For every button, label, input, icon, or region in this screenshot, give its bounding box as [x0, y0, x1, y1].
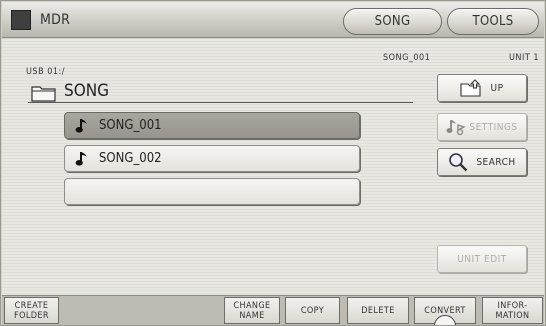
file-row[interactable]: SONG_002 — [64, 145, 360, 172]
file-row[interactable]: SONG_001 — [64, 112, 360, 139]
tab-song[interactable]: SONG — [343, 8, 442, 35]
information-button[interactable]: INFOR- MATION — [482, 297, 543, 324]
file-name: SONG_001 — [99, 118, 162, 133]
search-button[interactable]: SEARCH — [437, 148, 527, 176]
folder-name: SONG — [64, 81, 110, 101]
search-label: SEARCH — [476, 156, 516, 168]
change-name-button[interactable]: CHANGE NAME — [224, 297, 280, 324]
app-title: MDR — [40, 12, 71, 28]
magnifier-icon — [449, 153, 468, 172]
delete-button[interactable]: DELETE — [347, 297, 409, 324]
current-file-label: SONG_001 — [383, 53, 431, 63]
unit-edit-button[interactable]: UNIT EDIT — [437, 245, 527, 273]
settings-label: SETTINGS — [469, 121, 518, 133]
empty-file-row[interactable] — [64, 178, 360, 205]
tab-tools[interactable]: TOOLS — [447, 8, 539, 35]
folder-icon — [31, 86, 56, 102]
path-label: USB 01:/ — [26, 67, 65, 77]
file-name: SONG_002 — [99, 151, 162, 166]
create-folder-button[interactable]: CREATE FOLDER — [4, 297, 59, 324]
screen: MDR SONG TOOLS USB 01:/ SONG_001 UNIT 1 … — [0, 0, 546, 326]
music-note-icon — [75, 152, 87, 166]
copy-button[interactable]: COPY — [285, 297, 340, 324]
music-note-icon — [75, 119, 87, 133]
up-button[interactable]: UP — [437, 74, 527, 102]
settings-button[interactable]: SETTINGS — [437, 113, 527, 141]
folder-divider — [28, 102, 413, 103]
folder-up-icon — [460, 79, 482, 97]
settings-notes-icon — [446, 120, 467, 136]
title-bar: MDR SONG TOOLS — [2, 2, 544, 38]
up-label: UP — [490, 82, 504, 94]
unit-label: UNIT 1 — [509, 53, 540, 63]
mdr-icon — [11, 10, 31, 30]
